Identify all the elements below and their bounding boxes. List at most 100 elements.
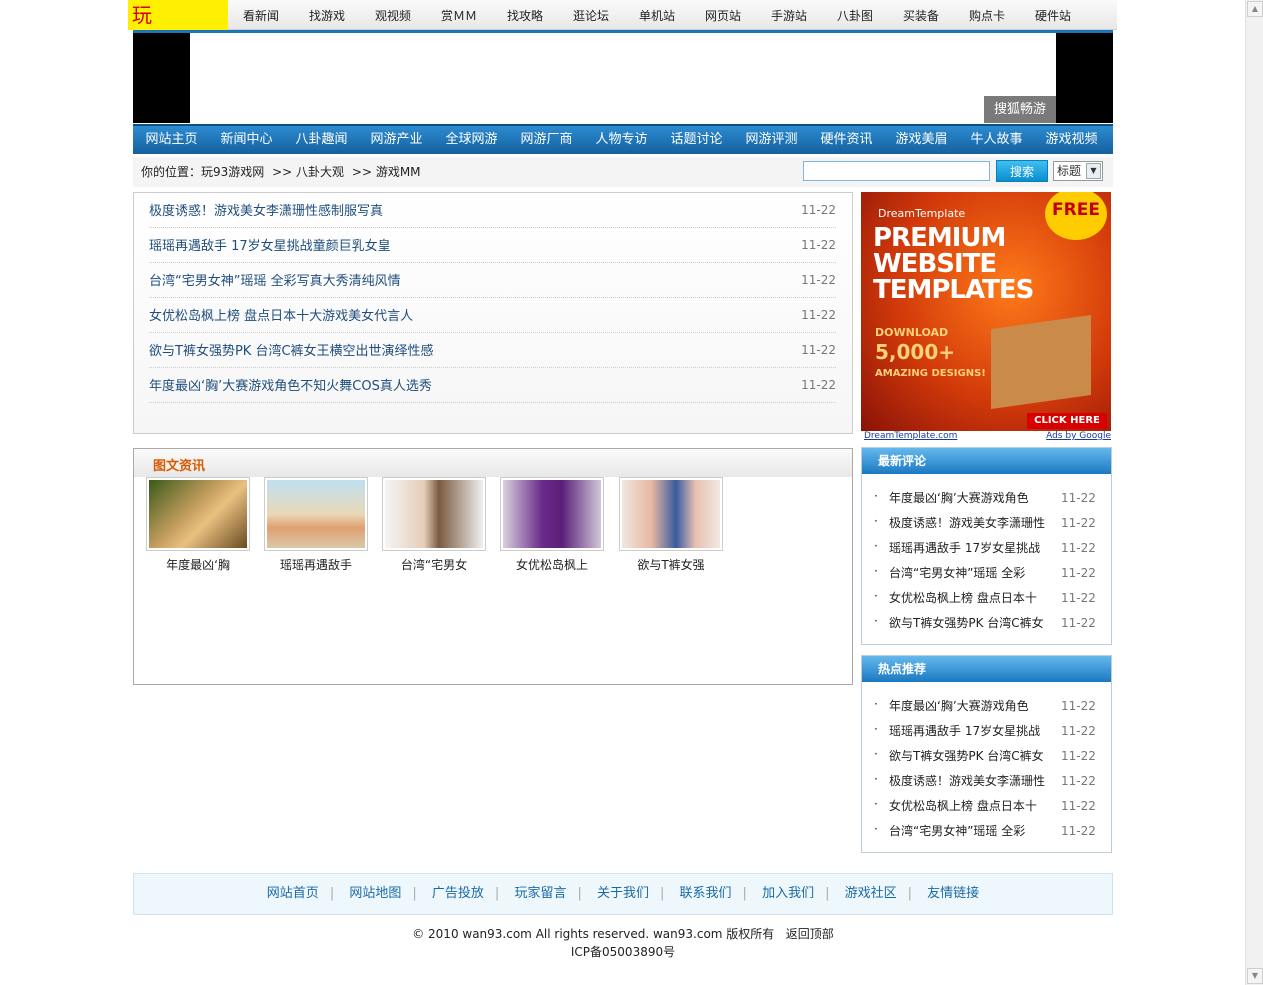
- footer-link[interactable]: 游戏社区: [845, 886, 897, 901]
- main-nav-item[interactable]: 人物专访: [584, 126, 659, 154]
- photo-thumbnail[interactable]: [619, 477, 723, 551]
- main-nav-item[interactable]: 网游评测: [734, 126, 809, 154]
- top-nav-item[interactable]: 单机站: [624, 0, 690, 30]
- photo-item[interactable]: 年度最凶‘胸: [146, 477, 250, 573]
- item-title[interactable]: 台湾“宅男女神”瑶瑶 全彩: [889, 822, 1049, 839]
- item-title[interactable]: 台湾“宅男女神”瑶瑶 全彩: [889, 564, 1049, 581]
- list-item[interactable]: 台湾“宅男女神”瑶瑶 全彩写真大秀清纯风情 11-22: [149, 263, 836, 298]
- list-item[interactable]: 极度诱惑！游戏美女李潇珊性感制服写真 11-22: [149, 193, 836, 228]
- news-title[interactable]: 年度最凶‘胸’大赛游戏角色不知火舞COS真人选秀: [149, 375, 432, 394]
- top-nav-item[interactable]: 找游戏: [294, 0, 360, 30]
- ads-by-google-link[interactable]: Ads by Google: [1046, 431, 1111, 441]
- banner-ad[interactable]: 搜狐畅游: [133, 33, 1113, 123]
- photo-item[interactable]: 女优松岛枫上: [500, 477, 604, 573]
- breadcrumb-link[interactable]: >> 游戏MM: [352, 165, 421, 179]
- footer-link[interactable]: 广告投放: [432, 886, 484, 901]
- news-title[interactable]: 瑶瑶再遇敌手 17岁女星挑战童颜巨乳女皇: [149, 235, 391, 254]
- list-item[interactable]: 欲与T裤女强势PK 台湾C裤女王横空出世演绎性感 11-22: [149, 333, 836, 368]
- item-title[interactable]: 瑶瑶再遇敌手 17岁女星挑战: [889, 539, 1049, 556]
- breadcrumb-link[interactable]: 玩93游戏网: [201, 165, 264, 179]
- photo-caption[interactable]: 年度最凶‘胸: [146, 556, 250, 573]
- top-nav-item[interactable]: 看新闻: [228, 0, 294, 30]
- top-nav-item[interactable]: 逛论坛: [558, 0, 624, 30]
- list-item[interactable]: 女优松岛枫上榜 盘点日本十大游戏美女代言人 11-22: [149, 298, 836, 333]
- main-nav-item[interactable]: 新闻中心: [209, 126, 284, 154]
- back-to-top-link[interactable]: 返回顶部: [786, 927, 834, 941]
- search-button[interactable]: 搜索: [996, 160, 1048, 182]
- photo-thumbnail[interactable]: [500, 477, 604, 551]
- footer-link[interactable]: 玩家留言: [514, 886, 566, 901]
- footer-link[interactable]: 网站地图: [349, 886, 401, 901]
- main-nav-item[interactable]: 话题讨论: [659, 126, 734, 154]
- list-item[interactable]: · 年度最凶‘胸’大赛游戏角色 11-22: [874, 692, 1104, 717]
- item-title[interactable]: 年度最凶‘胸’大赛游戏角色: [889, 697, 1049, 714]
- footer-link[interactable]: 关于我们: [597, 886, 649, 901]
- list-item[interactable]: · 瑶瑶再遇敌手 17岁女星挑战 11-22: [874, 717, 1104, 742]
- footer-link[interactable]: 网站首页: [267, 886, 319, 901]
- list-item[interactable]: · 极度诱惑！游戏美女李潇珊性 11-22: [874, 767, 1104, 792]
- main-nav-item[interactable]: 全球网游: [434, 126, 509, 154]
- ad-banner[interactable]: DreamTemplate PREMIUM WEBSITE TEMPLATES …: [861, 192, 1111, 431]
- main-nav-item[interactable]: 网游产业: [359, 126, 434, 154]
- item-title[interactable]: 欲与T裤女强势PK 台湾C裤女: [889, 747, 1049, 764]
- item-title[interactable]: 欲与T裤女强势PK 台湾C裤女: [889, 614, 1049, 631]
- item-title[interactable]: 瑶瑶再遇敌手 17岁女星挑战: [889, 722, 1049, 739]
- photo-item[interactable]: 瑶瑶再遇敌手: [264, 477, 368, 573]
- photo-caption[interactable]: 女优松岛枫上: [500, 556, 604, 573]
- list-item[interactable]: 瑶瑶再遇敌手 17岁女星挑战童颜巨乳女皇 11-22: [149, 228, 836, 263]
- main-nav-item[interactable]: 游戏视频: [1034, 126, 1109, 154]
- footer-link[interactable]: 联系我们: [680, 886, 732, 901]
- main-nav-item[interactable]: 八卦趣闻: [284, 126, 359, 154]
- top-nav-item[interactable]: 网页站: [690, 0, 756, 30]
- list-item[interactable]: · 欲与T裤女强势PK 台湾C裤女 11-22: [874, 609, 1104, 634]
- photo-caption[interactable]: 欲与T裤女强: [619, 556, 723, 573]
- top-nav-item[interactable]: 找攻略: [492, 0, 558, 30]
- scroll-down-icon[interactable]: ▼: [1247, 968, 1263, 984]
- ad-link[interactable]: DreamTemplate.com: [864, 431, 957, 441]
- photo-item[interactable]: 台湾“宅男女: [382, 477, 486, 573]
- top-nav-item[interactable]: 硬件站: [1020, 0, 1086, 30]
- main-nav-item[interactable]: 网站主页: [134, 126, 209, 154]
- site-logo[interactable]: 玩93.Com: [128, 0, 228, 57]
- item-title[interactable]: 极度诱惑！游戏美女李潇珊性: [889, 772, 1049, 789]
- chevron-down-icon[interactable]: ▼: [1086, 163, 1101, 179]
- news-title[interactable]: 欲与T裤女强势PK 台湾C裤女王横空出世演绎性感: [149, 340, 434, 359]
- news-title[interactable]: 极度诱惑！游戏美女李潇珊性感制服写真: [149, 200, 383, 219]
- banner-label[interactable]: 搜狐畅游: [984, 96, 1056, 123]
- list-item[interactable]: · 台湾“宅男女神”瑶瑶 全彩 11-22: [874, 559, 1104, 584]
- photo-thumbnail[interactable]: [146, 477, 250, 551]
- click-here-button[interactable]: CLICK HERE: [1027, 413, 1107, 429]
- vertical-scrollbar[interactable]: ▲ ▼: [1245, 0, 1263, 985]
- list-item[interactable]: · 女优松岛枫上榜 盘点日本十 11-22: [874, 584, 1104, 609]
- top-nav-item[interactable]: 买装备: [888, 0, 954, 30]
- top-nav-item[interactable]: 手游站: [756, 0, 822, 30]
- photo-caption[interactable]: 瑶瑶再遇敌手: [264, 556, 368, 573]
- item-title[interactable]: 女优松岛枫上榜 盘点日本十: [889, 797, 1049, 814]
- main-nav-item[interactable]: 游戏美眉: [884, 126, 959, 154]
- list-item[interactable]: 年度最凶‘胸’大赛游戏角色不知火舞COS真人选秀 11-22: [149, 368, 836, 403]
- top-nav-item[interactable]: 赏ＭＭ: [426, 0, 492, 30]
- search-type-select[interactable]: 标题 ▼: [1053, 161, 1103, 181]
- top-nav-item[interactable]: 购点卡: [954, 0, 1020, 30]
- list-item[interactable]: · 台湾“宅男女神”瑶瑶 全彩 11-22: [874, 817, 1104, 842]
- footer-link[interactable]: 友情链接: [927, 886, 979, 901]
- footer-link[interactable]: 加入我们: [762, 886, 814, 901]
- photo-thumbnail[interactable]: [264, 477, 368, 551]
- breadcrumb-link[interactable]: >> 八卦大观: [272, 165, 344, 179]
- photo-thumbnail[interactable]: [382, 477, 486, 551]
- list-item[interactable]: · 年度最凶‘胸’大赛游戏角色 11-22: [874, 484, 1104, 509]
- main-nav-item[interactable]: 牛人故事: [959, 126, 1034, 154]
- top-nav-item[interactable]: 八卦图: [822, 0, 888, 30]
- search-input[interactable]: [803, 161, 990, 181]
- item-title[interactable]: 极度诱惑！游戏美女李潇珊性: [889, 514, 1049, 531]
- list-item[interactable]: · 女优松岛枫上榜 盘点日本十 11-22: [874, 792, 1104, 817]
- item-title[interactable]: 年度最凶‘胸’大赛游戏角色: [889, 489, 1049, 506]
- list-item[interactable]: · 极度诱惑！游戏美女李潇珊性 11-22: [874, 509, 1104, 534]
- main-nav-item[interactable]: 网游厂商: [509, 126, 584, 154]
- main-nav-item[interactable]: 硬件资讯: [809, 126, 884, 154]
- news-title[interactable]: 女优松岛枫上榜 盘点日本十大游戏美女代言人: [149, 305, 413, 324]
- item-title[interactable]: 女优松岛枫上榜 盘点日本十: [889, 589, 1049, 606]
- photo-item[interactable]: 欲与T裤女强: [619, 477, 723, 573]
- scroll-up-icon[interactable]: ▲: [1247, 1, 1263, 17]
- news-title[interactable]: 台湾“宅男女神”瑶瑶 全彩写真大秀清纯风情: [149, 270, 401, 289]
